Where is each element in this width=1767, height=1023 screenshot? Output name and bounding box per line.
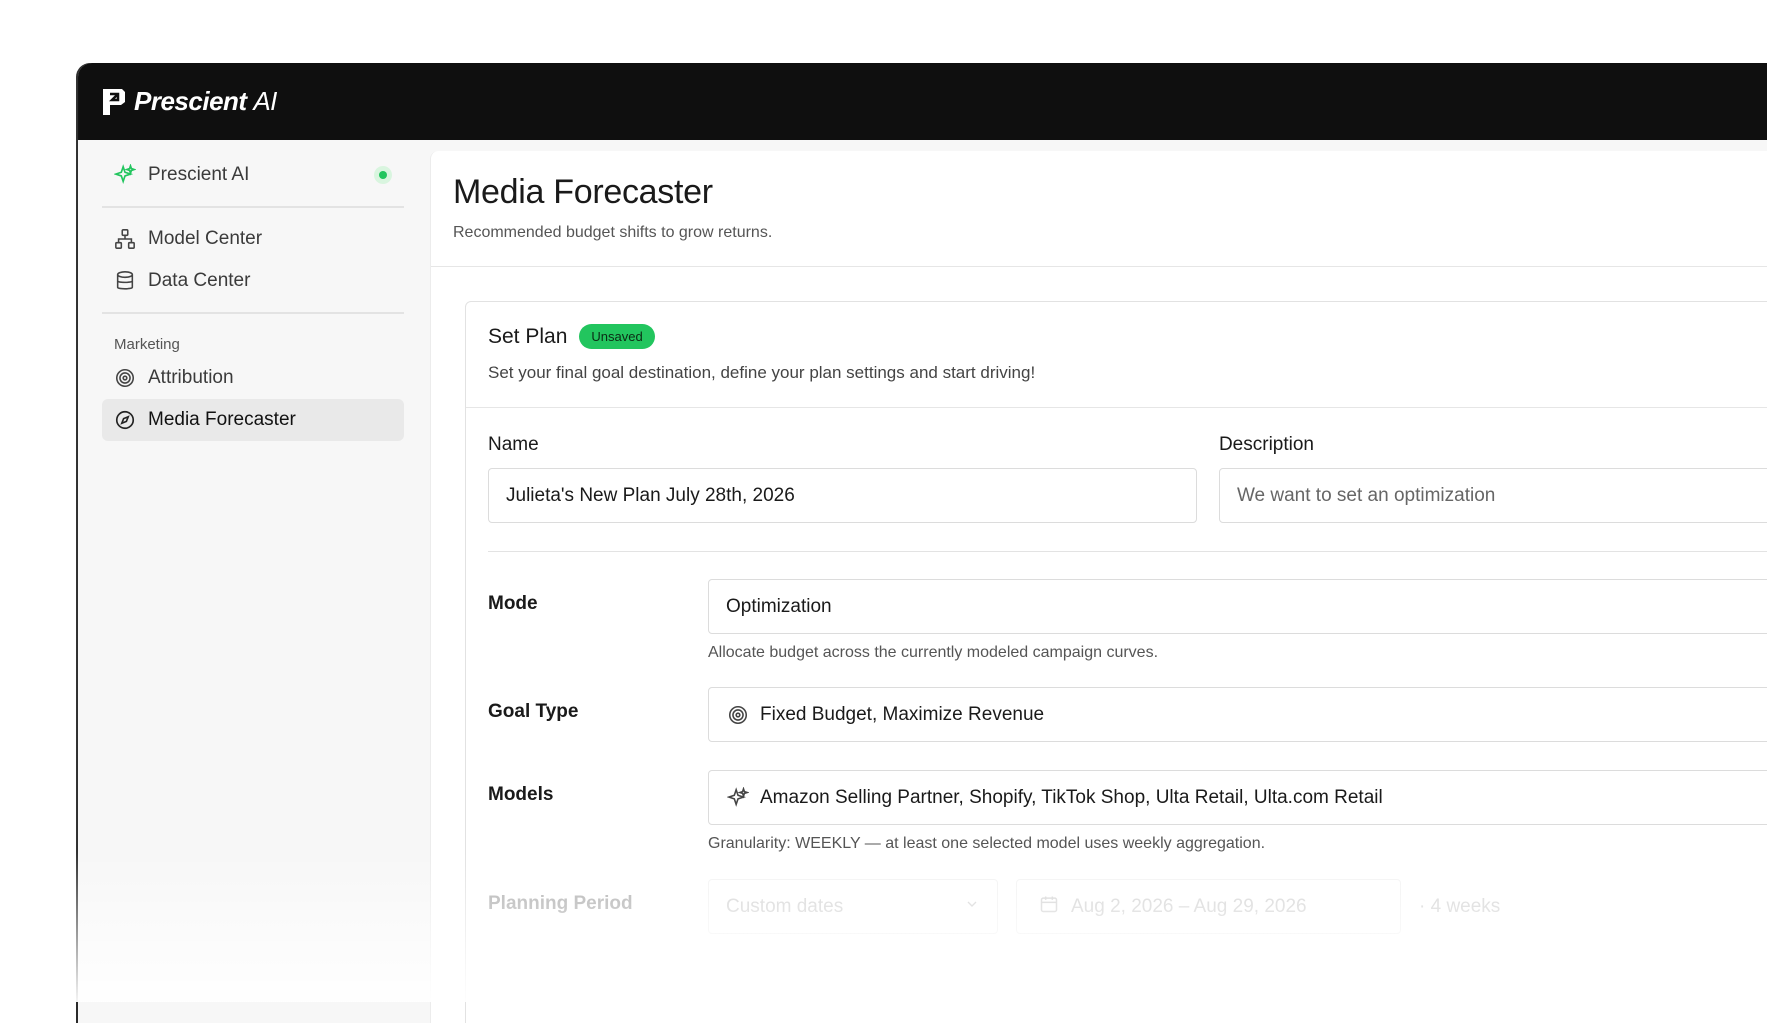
sidebar-section-label: Marketing	[102, 324, 404, 357]
sidebar-item-label: Data Center	[148, 270, 250, 292]
status-badge: Unsaved	[579, 324, 654, 349]
app-window: Prescient AI Prescient AI Model Center D…	[78, 63, 1767, 1023]
description-label: Description	[1219, 434, 1767, 456]
name-input[interactable]: Julieta's New Plan July 28th, 2026	[488, 468, 1197, 523]
goal-type-row: Goal Type Fixed Budget, Maximize Revenue	[466, 687, 1767, 742]
sidebar-item-label: Media Forecaster	[148, 409, 296, 431]
calendar-icon	[1039, 894, 1059, 920]
page-title: Media Forecaster	[453, 173, 1756, 212]
sidebar-divider	[102, 312, 404, 314]
period-preset-value: Custom dates	[726, 896, 843, 918]
database-icon	[114, 270, 136, 292]
form-divider	[488, 551, 1767, 552]
main-content: Media Forecaster Recommended budget shif…	[430, 151, 1767, 1023]
brand-logo[interactable]: Prescient AI	[100, 86, 277, 117]
name-description-row: Name Julieta's New Plan July 28th, 2026 …	[466, 408, 1767, 523]
target-icon	[726, 703, 750, 727]
sidebar-item-model-center[interactable]: Model Center	[102, 218, 404, 260]
name-label: Name	[488, 434, 1197, 456]
date-range-picker[interactable]: Aug 2, 2026 – Aug 29, 2026	[1016, 879, 1401, 934]
sidebar-item-media-forecaster[interactable]: Media Forecaster	[102, 399, 404, 441]
date-range-value: Aug 2, 2026 – Aug 29, 2026	[1071, 896, 1307, 918]
models-hint: Granularity: WEEKLY — at least one selec…	[708, 835, 1767, 853]
card-subtitle: Set your final goal destination, define …	[488, 363, 1767, 383]
sidebar: Prescient AI Model Center Data Center Ma…	[78, 140, 428, 1023]
sparkle-icon	[726, 786, 750, 810]
target-icon	[114, 367, 136, 389]
card-header: Set Plan Unsaved Set your final goal des…	[466, 302, 1767, 408]
models-label: Models	[488, 770, 708, 853]
page-subtitle: Recommended budget shifts to grow return…	[453, 224, 1756, 242]
page-header: Media Forecaster Recommended budget shif…	[431, 151, 1767, 267]
status-indicator	[374, 166, 392, 184]
card-title: Set Plan	[488, 325, 567, 349]
sidebar-item-label: Attribution	[148, 367, 234, 389]
period-preset-select[interactable]: Custom dates	[708, 879, 998, 934]
logo-mark-icon	[100, 87, 128, 117]
sidebar-item-attribution[interactable]: Attribution	[102, 357, 404, 399]
chevron-down-icon	[964, 896, 980, 918]
sidebar-item-data-center[interactable]: Data Center	[102, 260, 404, 302]
top-bar: Prescient AI	[78, 63, 1767, 140]
brand-name: Prescient AI	[134, 86, 277, 117]
period-duration: · 4 weeks	[1419, 896, 1500, 918]
models-row: Models Amazon Selling Partner, Shopify, …	[466, 770, 1767, 853]
mode-row: Mode Optimization Allocate budget across…	[466, 579, 1767, 662]
left-edge-fade	[0, 0, 80, 1002]
compass-icon	[114, 409, 136, 431]
mode-label: Mode	[488, 579, 708, 662]
models-value: Amazon Selling Partner, Shopify, TikTok …	[760, 787, 1383, 809]
sparkle-icon	[114, 164, 136, 186]
mode-select[interactable]: Optimization	[708, 579, 1767, 634]
sidebar-item-prescient-ai[interactable]: Prescient AI	[102, 154, 404, 196]
goal-type-select[interactable]: Fixed Budget, Maximize Revenue	[708, 687, 1767, 742]
goal-type-label: Goal Type	[488, 687, 708, 742]
models-select[interactable]: Amazon Selling Partner, Shopify, TikTok …	[708, 770, 1767, 825]
sidebar-item-label: Prescient AI	[148, 164, 249, 186]
set-plan-card: Set Plan Unsaved Set your final goal des…	[465, 301, 1767, 1023]
model-tree-icon	[114, 228, 136, 250]
description-input[interactable]: We want to set an optimization	[1219, 468, 1767, 523]
mode-hint: Allocate budget across the currently mod…	[708, 644, 1767, 662]
sidebar-item-label: Model Center	[148, 228, 262, 250]
planning-period-row: Planning Period Custom dates Aug 2, 2026…	[466, 879, 1767, 934]
sidebar-divider	[102, 206, 404, 208]
goal-type-value: Fixed Budget, Maximize Revenue	[760, 704, 1044, 726]
planning-period-label: Planning Period	[488, 879, 708, 934]
